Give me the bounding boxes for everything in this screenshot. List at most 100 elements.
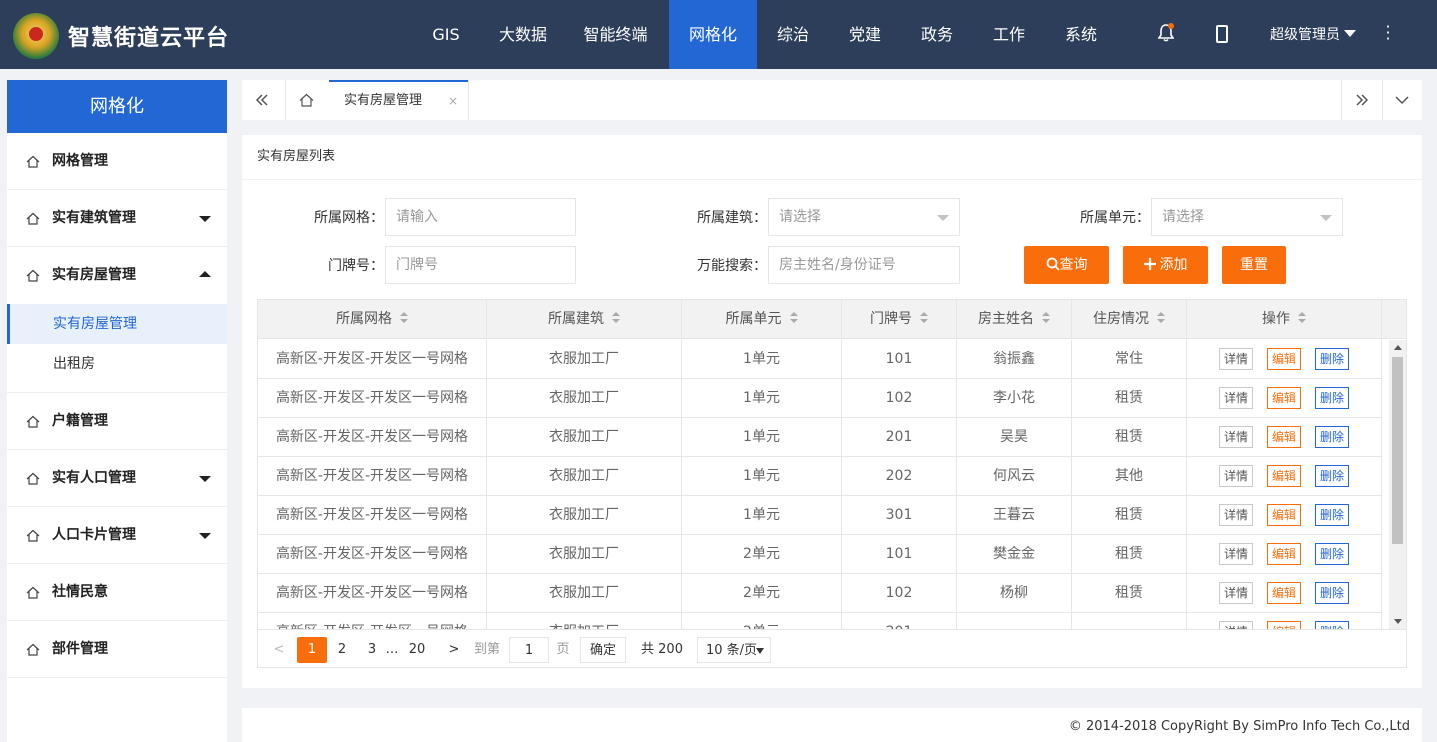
table-cell: 102 — [842, 379, 957, 417]
col-grid[interactable]: 所属网格 — [258, 300, 487, 339]
detail-button[interactable]: 详情 — [1218, 465, 1253, 487]
page-2-button[interactable]: 2 — [333, 637, 351, 663]
delete-button[interactable]: 删除 — [1315, 426, 1350, 448]
col-door-number[interactable]: 门牌号 — [842, 300, 957, 339]
home-icon — [26, 269, 40, 282]
col-owner[interactable]: 房主姓名 — [957, 300, 1072, 339]
delete-button[interactable]: 删除 — [1315, 348, 1350, 370]
top-header: 智慧街道云平台 GIS 大数据 智能终端 网格化 综治 党建 政务 工作 系统 … — [0, 0, 1437, 69]
table-row: 高新区-开发区-开发区一号网格 衣服加工厂 2单元 102 杨柳 租赁 详情 编辑 删除 — [258, 574, 1382, 613]
nav-party[interactable]: 党建 — [829, 0, 901, 69]
add-button[interactable]: 添加 — [1123, 246, 1208, 284]
sidebar-item-household-management[interactable]: 户籍管理 — [7, 393, 227, 450]
delete-button[interactable]: 删除 — [1315, 387, 1350, 409]
prev-page-button[interactable]: < — [270, 637, 288, 663]
table-cell: 高新区-开发区-开发区一号网格 — [258, 379, 487, 417]
detail-button[interactable]: 详情 — [1218, 582, 1253, 604]
edit-button[interactable]: 编辑 — [1266, 465, 1301, 487]
unit-select[interactable]: 请选择 — [1151, 198, 1343, 236]
edit-button[interactable]: 编辑 — [1266, 504, 1301, 526]
edit-button[interactable]: 编辑 — [1266, 621, 1301, 629]
sort-icon — [400, 312, 408, 324]
tab-house-management[interactable]: 实有房屋管理 × — [329, 80, 468, 120]
scroll-down-icon[interactable] — [1394, 619, 1402, 624]
col-residence[interactable]: 住房情况 — [1072, 300, 1187, 339]
grid-input[interactable]: 请输入 — [385, 198, 576, 236]
goto-confirm-button[interactable]: 确定 — [580, 637, 626, 663]
table-actions-cell: 详情编辑删除 — [1187, 574, 1382, 612]
detail-button[interactable]: 详情 — [1218, 387, 1253, 409]
door-number-label: 门牌号： — [328, 258, 384, 274]
table-cell: 1单元 — [682, 457, 842, 495]
sidebar-item-population-management[interactable]: 实有人口管理 — [7, 450, 227, 507]
page-1-button[interactable]: 1 — [297, 637, 327, 663]
tab-menu-button[interactable] — [1382, 80, 1422, 120]
delete-button[interactable]: 删除 — [1315, 465, 1350, 487]
col-label: 所属建筑 — [548, 311, 604, 327]
table-cell: 租赁 — [1072, 418, 1187, 456]
page-20-button[interactable]: 20 — [404, 637, 430, 663]
tab-label: 实有房屋管理 — [344, 93, 423, 108]
edit-button[interactable]: 编辑 — [1266, 543, 1301, 565]
col-unit[interactable]: 所属单元 — [682, 300, 842, 339]
building-select[interactable]: 请选择 — [768, 198, 960, 236]
table-cell: 高新区-开发区-开发区一号网格 — [258, 340, 487, 378]
caret-up-icon — [199, 271, 211, 277]
col-label: 门牌号 — [870, 311, 912, 327]
delete-button[interactable]: 删除 — [1315, 504, 1350, 526]
nav-system[interactable]: 系统 — [1045, 0, 1117, 69]
nav-work[interactable]: 工作 — [973, 0, 1045, 69]
sidebar-item-public-opinion[interactable]: 社情民意 — [7, 564, 227, 621]
scroll-up-icon[interactable] — [1394, 345, 1402, 350]
sidebar-item-population-card[interactable]: 人口卡片管理 — [7, 507, 227, 564]
query-button[interactable]: 查询 — [1024, 246, 1109, 284]
page-size-select[interactable]: 10 条/页 — [697, 637, 771, 663]
next-page-button[interactable]: > — [445, 637, 463, 663]
universal-search-input[interactable]: 房主姓名/身份证号 — [768, 246, 960, 284]
more-icon[interactable]: · · · — [1384, 19, 1392, 47]
col-building[interactable]: 所属建筑 — [487, 300, 682, 339]
detail-button[interactable]: 详情 — [1218, 504, 1253, 526]
nav-big-data[interactable]: 大数据 — [484, 0, 562, 69]
sidebar-subitem-rental[interactable]: 出租房 — [7, 344, 227, 384]
reset-button[interactable]: 重置 — [1222, 246, 1286, 284]
nav-grid[interactable]: 网格化 — [669, 0, 757, 69]
sidebar-item-building-management[interactable]: 实有建筑管理 — [7, 190, 227, 247]
sidebar-subitem-house-management[interactable]: 实有房屋管理 — [7, 304, 227, 344]
sidebar-item-component-management[interactable]: 部件管理 — [7, 621, 227, 678]
table-cell: 2单元 — [682, 613, 842, 629]
edit-button[interactable]: 编辑 — [1266, 426, 1301, 448]
door-number-input[interactable]: 门牌号 — [385, 246, 576, 284]
delete-button[interactable]: 删除 — [1315, 621, 1350, 629]
nav-smart-terminal[interactable]: 智能终端 — [562, 0, 669, 69]
home-tab-button[interactable] — [286, 80, 326, 120]
caret-down-icon — [199, 216, 211, 222]
table-actions-cell: 详情编辑删除 — [1187, 535, 1382, 573]
sidebar: 网格化 网格管理 实有建筑管理 实有房屋管理 实有房屋管理 出租房 户籍管理 实… — [7, 80, 227, 742]
phone-icon[interactable] — [1216, 25, 1228, 43]
edit-button[interactable]: 编辑 — [1266, 582, 1301, 604]
col-actions[interactable]: 操作 — [1187, 300, 1382, 339]
detail-button[interactable]: 详情 — [1218, 348, 1253, 370]
nav-gis[interactable]: GIS — [408, 0, 484, 69]
nav-comprehensive[interactable]: 综治 — [757, 0, 829, 69]
scrollbar-thumb[interactable] — [1392, 357, 1403, 544]
close-icon[interactable]: × — [448, 95, 458, 107]
page-3-button[interactable]: 3 — [363, 637, 381, 663]
sidebar-item-house-management[interactable]: 实有房屋管理 — [7, 247, 227, 304]
delete-button[interactable]: 删除 — [1315, 543, 1350, 565]
nav-government[interactable]: 政务 — [901, 0, 973, 69]
detail-button[interactable]: 详情 — [1218, 426, 1253, 448]
table-cell: 翁振鑫 — [957, 340, 1072, 378]
scroll-right-button[interactable] — [1342, 80, 1382, 120]
scroll-left-button[interactable] — [242, 80, 282, 120]
delete-button[interactable]: 删除 — [1315, 582, 1350, 604]
table-scrollbar[interactable] — [1389, 340, 1406, 629]
sidebar-item-grid-management[interactable]: 网格管理 — [7, 133, 227, 190]
goto-page-input[interactable]: 1 — [509, 637, 549, 663]
user-menu[interactable]: 超级管理员 — [1270, 24, 1356, 44]
detail-button[interactable]: 详情 — [1218, 621, 1253, 629]
edit-button[interactable]: 编辑 — [1266, 387, 1301, 409]
detail-button[interactable]: 详情 — [1218, 543, 1253, 565]
edit-button[interactable]: 编辑 — [1266, 348, 1301, 370]
